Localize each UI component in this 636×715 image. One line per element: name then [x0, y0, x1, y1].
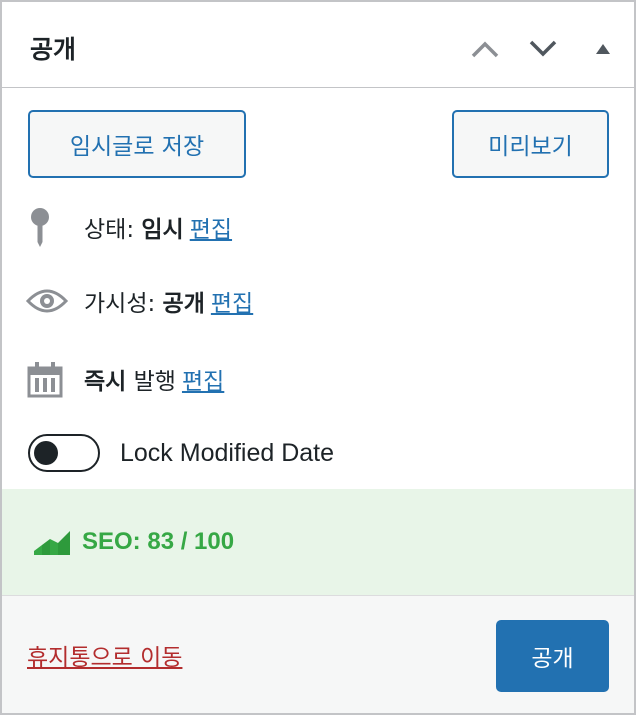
- schedule-label: 발행: [133, 369, 176, 395]
- toggle-panel-button[interactable]: [586, 32, 620, 66]
- panel-header: 공개: [2, 2, 634, 88]
- calendar-icon: [26, 360, 68, 398]
- schedule-row: 즉시 발행 편집: [26, 360, 224, 398]
- lock-modified-row: Lock Modified Date: [28, 434, 334, 472]
- seo-score-text: SEO: 83 / 100: [82, 528, 235, 555]
- status-value: 임시: [141, 217, 184, 243]
- schedule-value: 즉시: [84, 369, 127, 395]
- preview-button[interactable]: 미리보기: [452, 110, 609, 178]
- status-row: 상태: 임시 편집: [26, 207, 232, 247]
- visibility-value: 공개: [162, 291, 205, 317]
- visibility-label: 가시성:: [84, 291, 156, 317]
- publish-panel: 공개 임시글로 저장 미리보기 상태: 임시 편집 가시성: 공개 편집 즉시 …: [0, 0, 636, 715]
- triangle-up-icon: [596, 44, 610, 54]
- seo-score-bar: SEO: 83 / 100: [2, 489, 634, 595]
- move-to-trash-link[interactable]: 휴지통으로 이동: [27, 638, 182, 672]
- schedule-edit-link[interactable]: 편집: [182, 369, 224, 395]
- move-up-button[interactable]: [468, 32, 502, 66]
- status-edit-link[interactable]: 편집: [190, 217, 232, 243]
- toggle-knob: [34, 441, 58, 465]
- move-down-button[interactable]: [526, 32, 560, 66]
- save-draft-button[interactable]: 임시글로 저장: [28, 110, 246, 178]
- panel-footer: 휴지통으로 이동 공개: [2, 595, 634, 713]
- seo-chart-icon: [34, 531, 70, 555]
- eye-icon: [26, 287, 68, 315]
- panel-title: 공개: [30, 35, 77, 64]
- pin-icon: [26, 207, 68, 247]
- publish-button[interactable]: 공개: [496, 620, 609, 692]
- status-label: 상태:: [84, 217, 135, 243]
- chevron-up-icon: [471, 41, 499, 58]
- visibility-row: 가시성: 공개 편집: [26, 284, 253, 318]
- lock-modified-label: Lock Modified Date: [120, 438, 335, 467]
- chevron-down-icon: [529, 40, 557, 57]
- lock-modified-toggle[interactable]: [28, 434, 100, 472]
- visibility-edit-link[interactable]: 편집: [211, 291, 253, 317]
